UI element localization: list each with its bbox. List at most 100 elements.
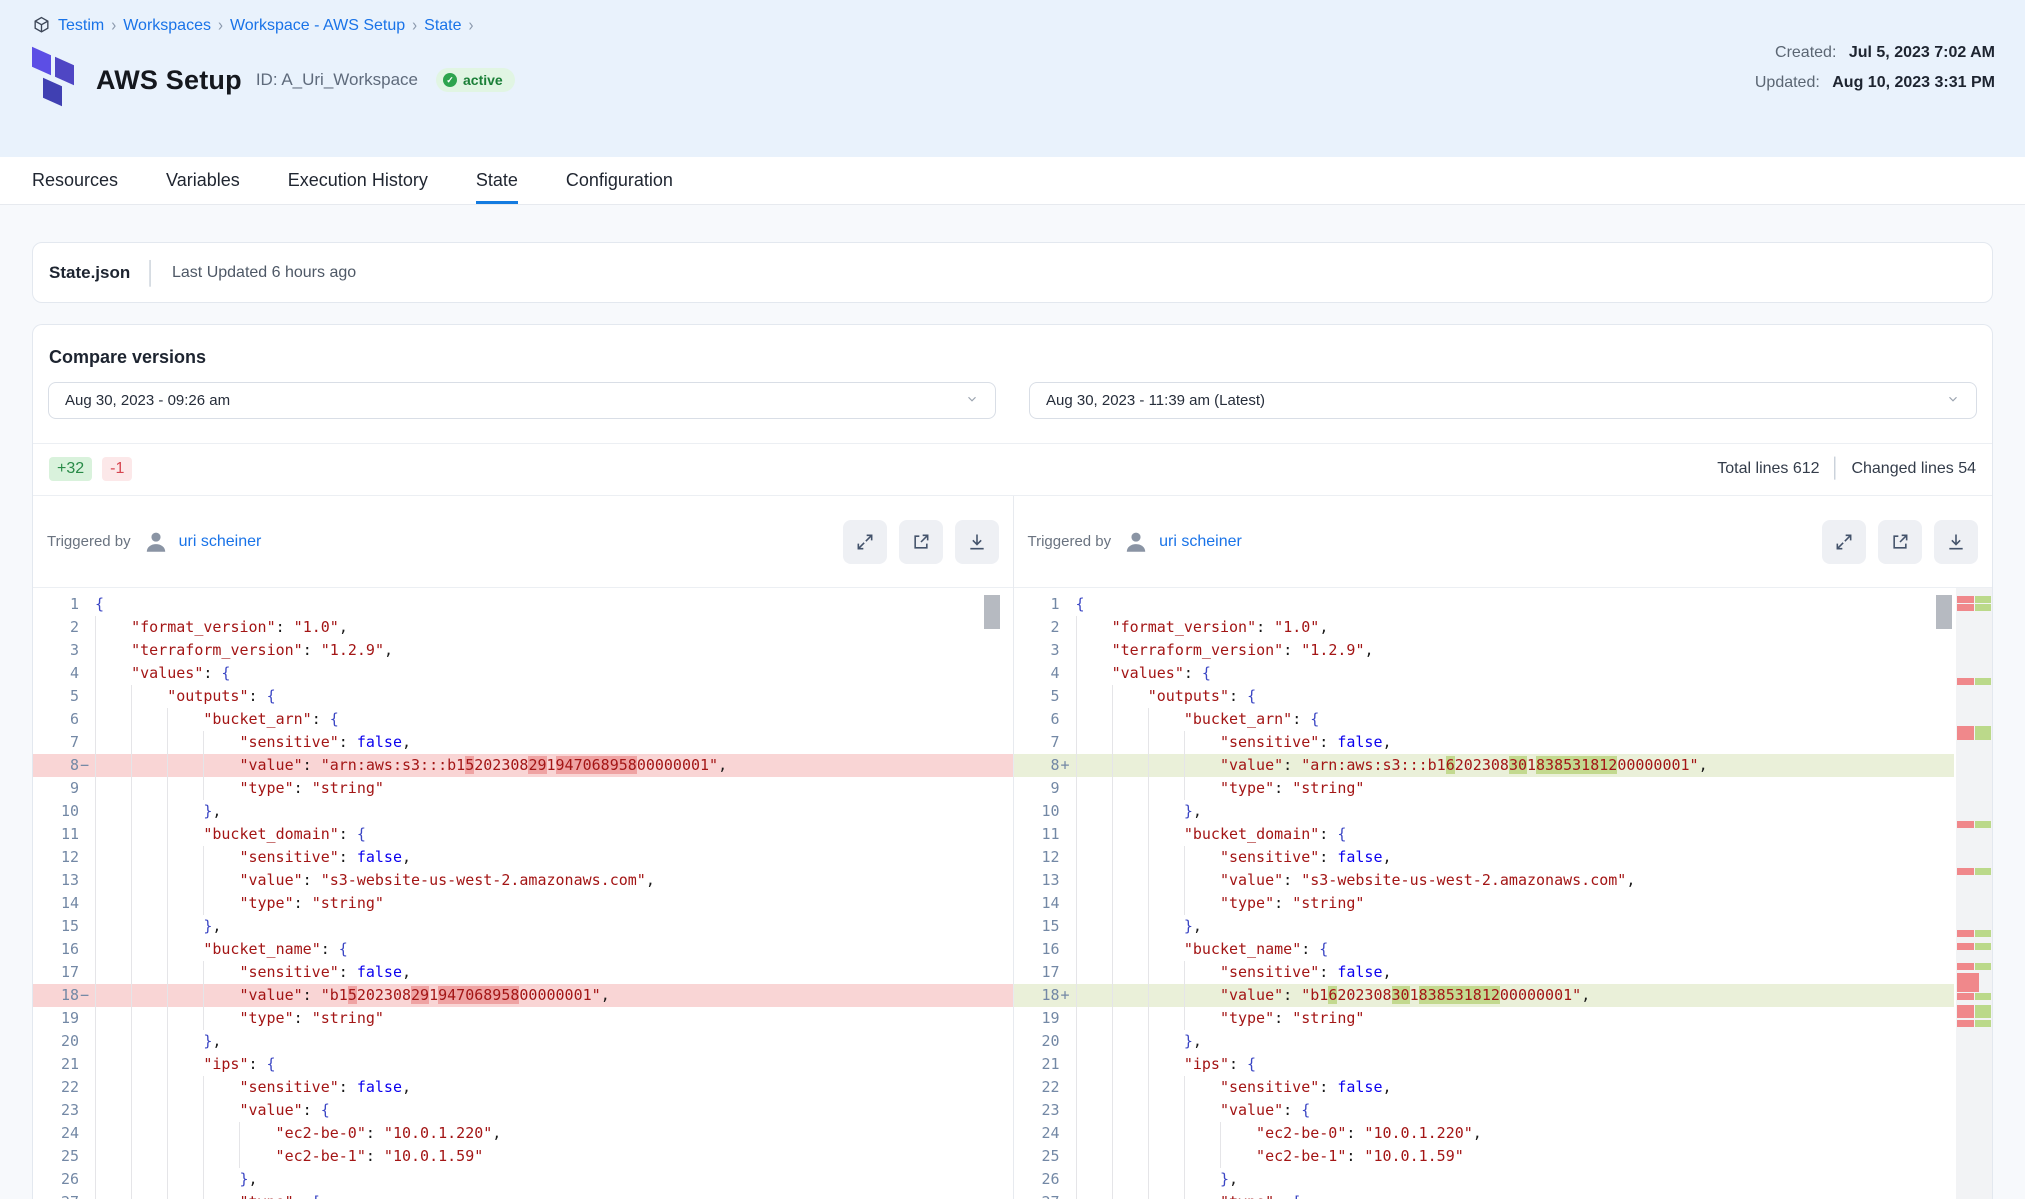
indent-guide (1076, 662, 1112, 685)
external-link-icon[interactable] (899, 520, 943, 564)
divider: │ (144, 260, 158, 286)
diff-marker (79, 1030, 95, 1053)
code-text: "type": "string" (95, 777, 1013, 800)
code-editor-left[interactable]: 1{2"format_version": "1.0",3"terraform_v… (33, 588, 1013, 1199)
state-file-card: State.json │ Last Updated 6 hours ago (32, 242, 1993, 303)
code-text: "type": "string" (1076, 1007, 1955, 1030)
indent-guide (1148, 938, 1184, 961)
indent-guide (95, 777, 131, 800)
indent-guide (1076, 639, 1112, 662)
diff-minimap[interactable] (1956, 588, 1992, 1199)
tab-resources[interactable]: Resources (32, 157, 118, 204)
indent-guide (167, 754, 203, 777)
breadcrumb-link[interactable]: Workspace - AWS Setup (230, 17, 405, 35)
line-number: 20 (33, 1030, 79, 1053)
updated-label: Updated: (1755, 74, 1820, 91)
minimap-removed-mark (1957, 943, 1974, 950)
diff-marker: + (1060, 984, 1076, 1007)
indent-guide (167, 731, 203, 754)
diff-marker (1060, 1007, 1076, 1030)
page-header: Testim›Workspaces›Workspace - AWS Setup›… (0, 0, 2025, 157)
line-number: 14 (33, 892, 79, 915)
code-text: "outputs": { (95, 685, 1013, 708)
right-version-select[interactable]: Aug 30, 2023 - 11:39 am (Latest) (1029, 382, 1977, 419)
line-number: 25 (33, 1145, 79, 1168)
download-icon[interactable] (955, 520, 999, 564)
scrollbar-thumb[interactable] (1936, 595, 1952, 629)
chevron-right-icon: › (218, 16, 223, 36)
external-link-icon[interactable] (1878, 520, 1922, 564)
code-text: "bucket_name": { (95, 938, 1013, 961)
scrollbar-thumb[interactable] (984, 595, 1000, 629)
indent-guide (1148, 1191, 1184, 1199)
tab-state[interactable]: State (476, 157, 518, 204)
indent-guide (1184, 869, 1220, 892)
indent-guide (203, 1191, 239, 1199)
line-number: 5 (1014, 685, 1060, 708)
code-text: "format_version": "1.0", (1076, 616, 1955, 639)
code-line: 3"terraform_version": "1.2.9", (33, 639, 1013, 662)
tab-configuration[interactable]: Configuration (566, 157, 673, 204)
diff-marker (1060, 938, 1076, 961)
tab-variables[interactable]: Variables (166, 157, 240, 204)
line-number: 24 (1014, 1122, 1060, 1145)
diff-marker (79, 892, 95, 915)
diff-marker (79, 1053, 95, 1076)
indent-guide (131, 823, 167, 846)
line-number: 6 (33, 708, 79, 731)
indent-guide (95, 984, 131, 1007)
breadcrumb-link[interactable]: State (424, 17, 461, 35)
left-version-select[interactable]: Aug 30, 2023 - 09:26 am (48, 382, 996, 419)
code-text: "sensitive": false, (95, 846, 1013, 869)
breadcrumb-link[interactable]: Testim (58, 17, 104, 35)
tab-execution-history[interactable]: Execution History (288, 157, 428, 204)
indent-guide (95, 1145, 131, 1168)
indent-guide (1076, 961, 1112, 984)
indent-guide (1076, 823, 1112, 846)
minimap-added-mark (1975, 930, 1991, 937)
triggered-by-user[interactable]: uri scheiner (1159, 533, 1242, 551)
code-text: "sensitive": false, (1076, 846, 1955, 869)
line-number: 22 (33, 1076, 79, 1099)
indent-guide (1076, 1099, 1112, 1122)
code-line: 13"value": "s3-website-us-west-2.amazona… (1014, 869, 1955, 892)
indent-guide (1076, 1076, 1112, 1099)
minimap-added-mark (1975, 963, 1991, 970)
expand-icon[interactable] (1822, 520, 1866, 564)
diff-marker (1060, 823, 1076, 846)
download-icon[interactable] (1934, 520, 1978, 564)
code-line: 18−"value": "b15202308291947068958000000… (33, 984, 1013, 1007)
code-text: "type": "string" (95, 892, 1013, 915)
diff-marker (79, 685, 95, 708)
diff-marker (79, 915, 95, 938)
minimap-added-mark (1975, 596, 1991, 603)
indent-guide (203, 846, 239, 869)
indent-guide (167, 777, 203, 800)
diff-marker (1060, 708, 1076, 731)
minimap-removed-mark (1957, 604, 1974, 611)
minimap-removed-mark (1957, 726, 1974, 740)
expand-icon[interactable] (843, 520, 887, 564)
minimap-added-mark (1975, 726, 1991, 740)
indent-guide (1112, 1053, 1148, 1076)
line-number: 25 (1014, 1145, 1060, 1168)
code-editor-right[interactable]: 1{2"format_version": "1.0",3"terraform_v… (1014, 588, 1993, 1199)
indent-guide (95, 639, 131, 662)
line-number: 1 (33, 593, 79, 616)
indent-guide (1076, 616, 1112, 639)
indent-guide (1148, 846, 1184, 869)
line-number: 22 (1014, 1076, 1060, 1099)
code-text: }, (95, 1168, 1013, 1191)
diff-marker (79, 731, 95, 754)
diff-marker: + (1060, 754, 1076, 777)
line-number: 19 (1014, 1007, 1060, 1030)
compare-versions-card: Compare versions Aug 30, 2023 - 09:26 am… (32, 324, 1993, 1199)
diff-marker (1060, 1191, 1076, 1199)
breadcrumb-link[interactable]: Workspaces (123, 17, 211, 35)
diff-marker (1060, 593, 1076, 616)
indent-guide (131, 800, 167, 823)
indent-guide (131, 1191, 167, 1199)
triggered-by-user[interactable]: uri scheiner (179, 533, 262, 551)
indent-guide (1076, 685, 1112, 708)
line-number: 21 (33, 1053, 79, 1076)
